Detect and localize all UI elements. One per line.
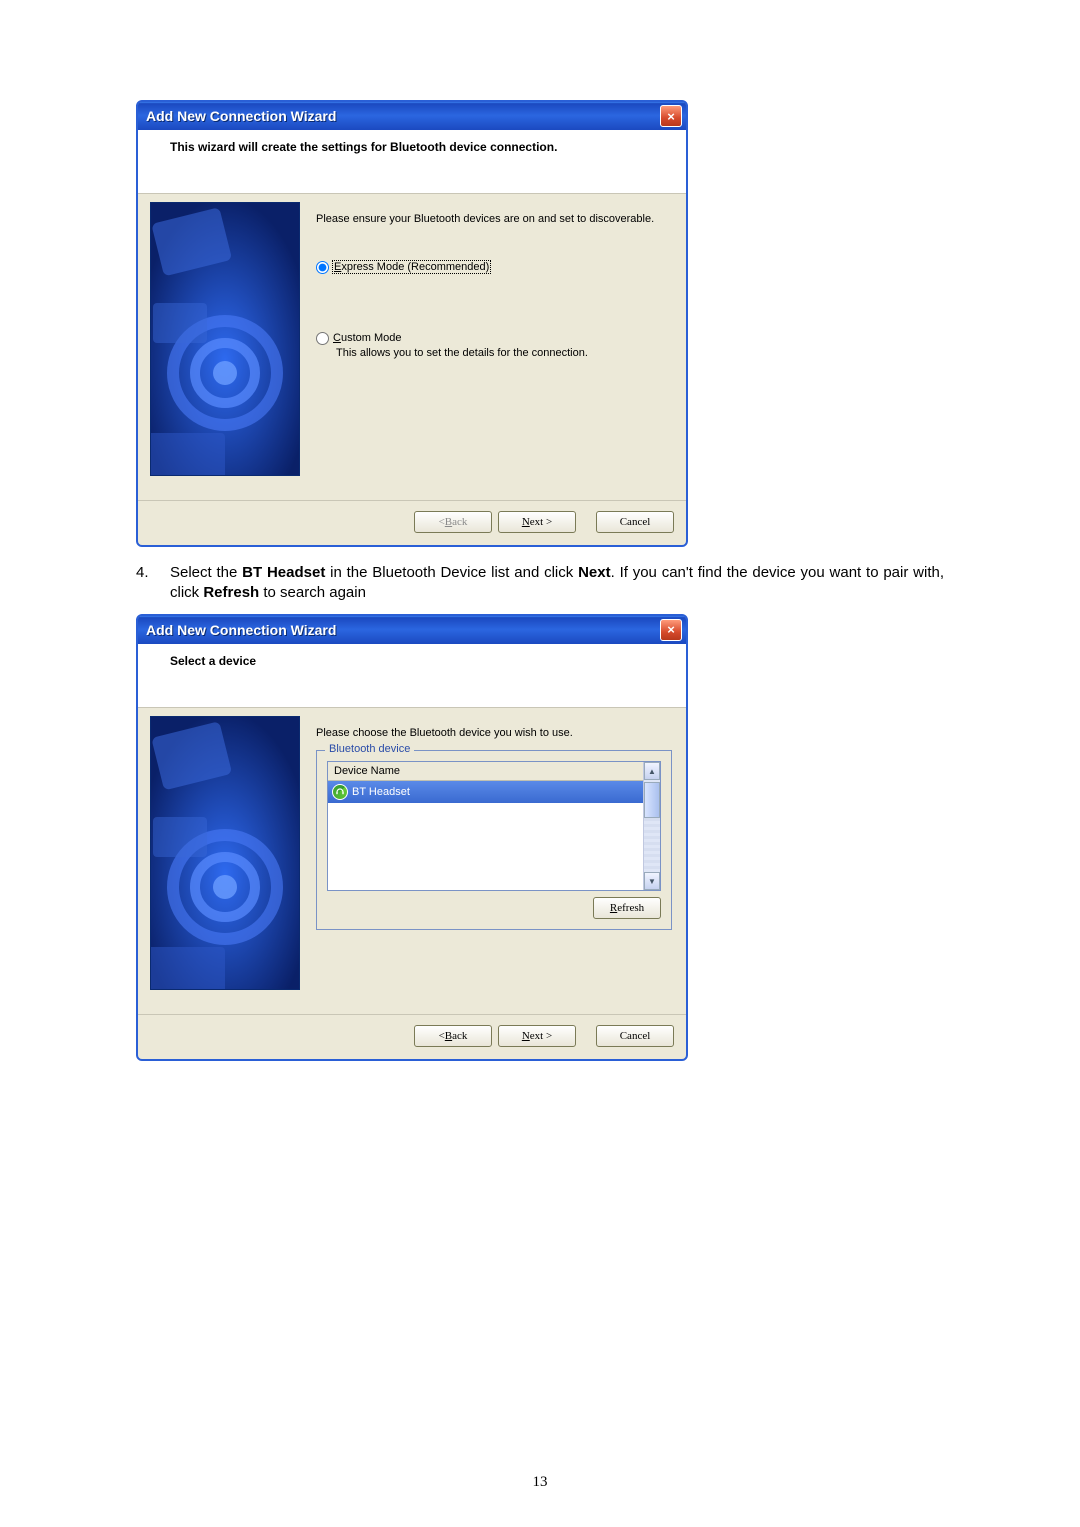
- instruction-text: Please ensure your Bluetooth devices are…: [316, 212, 672, 227]
- instruction-text: Please choose the Bluetooth device you w…: [316, 726, 672, 741]
- custom-mode-label: Custom Mode: [333, 332, 401, 344]
- page-number: 13: [0, 1474, 1080, 1491]
- custom-mode-description: This allows you to set the details for t…: [336, 347, 672, 359]
- wizard-panel: Please choose the Bluetooth device you w…: [314, 716, 674, 1006]
- express-mode-radio-row[interactable]: Express Mode (Recommended): [316, 261, 672, 274]
- scroll-down-button[interactable]: ▼: [644, 872, 660, 890]
- wizard-panel: Please ensure your Bluetooth devices are…: [314, 202, 674, 492]
- next-button[interactable]: Next >: [498, 1025, 576, 1047]
- scroll-track[interactable]: [644, 780, 660, 872]
- wizard-header-text: Select a device: [152, 654, 672, 668]
- column-header[interactable]: Device Name: [328, 762, 643, 781]
- scroll-thumb[interactable]: [644, 782, 660, 818]
- close-button[interactable]: ×: [660, 105, 682, 127]
- wizard-header-text: This wizard will create the settings for…: [152, 140, 672, 154]
- window-title: Add New Connection Wizard: [146, 622, 660, 638]
- scrollbar[interactable]: ▲ ▼: [643, 762, 660, 890]
- close-button[interactable]: ×: [660, 619, 682, 641]
- wizard-footer: < Back Next > Cancel: [138, 1014, 686, 1059]
- refresh-button[interactable]: Refresh: [593, 897, 661, 919]
- titlebar: Add New Connection Wizard ×: [138, 616, 686, 644]
- wizard-dialog-2: Add New Connection Wizard × Select a dev…: [136, 614, 688, 1061]
- wizard-body: Please choose the Bluetooth device you w…: [138, 708, 686, 1014]
- wizard-header: Select a device: [138, 644, 686, 708]
- wizard-side-image: [150, 202, 300, 476]
- headset-icon: [332, 784, 348, 800]
- cancel-button[interactable]: Cancel: [596, 511, 674, 533]
- list-item-selected[interactable]: BT Headset: [328, 781, 643, 803]
- custom-mode-radio-row[interactable]: Custom Mode: [316, 332, 672, 345]
- wizard-side-image: [150, 716, 300, 990]
- close-icon: ×: [667, 623, 675, 636]
- back-button: < Back: [414, 511, 492, 533]
- device-name: BT Headset: [352, 786, 410, 798]
- group-legend: Bluetooth device: [325, 743, 414, 755]
- express-mode-radio[interactable]: [316, 261, 329, 274]
- wizard-header: This wizard will create the settings for…: [138, 130, 686, 194]
- cancel-button[interactable]: Cancel: [596, 1025, 674, 1047]
- express-mode-label: Express Mode (Recommended): [333, 261, 490, 273]
- custom-mode-radio[interactable]: [316, 332, 329, 345]
- titlebar: Add New Connection Wizard ×: [138, 102, 686, 130]
- scroll-up-button[interactable]: ▲: [644, 762, 660, 780]
- window-title: Add New Connection Wizard: [146, 108, 660, 124]
- step-body: Select the BT Headset in the Bluetooth D…: [170, 563, 944, 604]
- device-listbox[interactable]: Device Name BT Headset ▲ ▼: [327, 761, 661, 891]
- wizard-footer: < Back Next > Cancel: [138, 500, 686, 545]
- close-icon: ×: [667, 110, 675, 123]
- wizard-dialog-1: Add New Connection Wizard × This wizard …: [136, 100, 688, 547]
- list-rows: Device Name BT Headset: [328, 762, 643, 890]
- back-button[interactable]: < Back: [414, 1025, 492, 1047]
- step-4-instruction: 4. Select the BT Headset in the Bluetoot…: [136, 563, 944, 604]
- step-number: 4.: [136, 563, 170, 604]
- next-button[interactable]: Next >: [498, 511, 576, 533]
- wizard-body: Please ensure your Bluetooth devices are…: [138, 194, 686, 500]
- bluetooth-device-group: Bluetooth device Device Name BT Headset: [316, 750, 672, 930]
